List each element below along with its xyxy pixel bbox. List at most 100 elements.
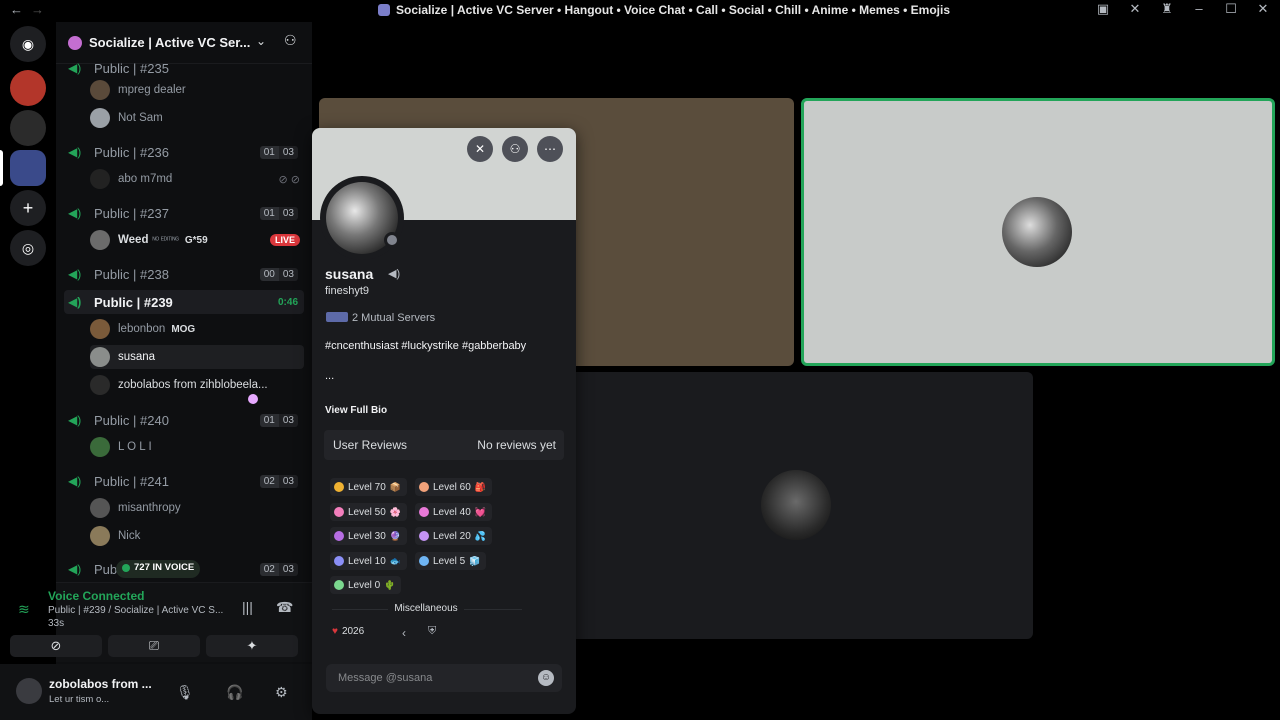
voice-user[interactable]: mpreg dealer: [90, 78, 304, 102]
voice-channel[interactable]: ◀) Public | #237 01 03: [64, 201, 304, 225]
user-reviews[interactable]: User Reviews No reviews yet: [324, 430, 564, 460]
bio-ellipsis: ...: [325, 370, 335, 382]
shield-icon[interactable]: ⛨: [428, 625, 436, 638]
tools-icon[interactable]: ✕: [1126, 1, 1144, 17]
level-badge[interactable]: Level 60 🎒: [415, 478, 493, 496]
avatar: [90, 375, 110, 395]
voice-user[interactable]: Weed ᴺᴼ ᴱᴰᴵᵀᴵᴺᴳ G*59 LIVE: [90, 228, 304, 252]
back-arrow-icon[interactable]: ←: [10, 2, 23, 17]
plugin-icon[interactable]: ♜: [1158, 1, 1176, 17]
server-badge-icon: [68, 35, 82, 50]
server-icon-socialize[interactable]: [10, 150, 46, 186]
disconnect-icon[interactable]: ☎: [276, 599, 293, 616]
voice-user[interactable]: abo m7md ⊘ ⊘: [90, 167, 304, 191]
user-name: zobolabos from zihblobeela...: [118, 379, 268, 391]
camera-off-button[interactable]: ⊘: [10, 635, 102, 657]
server-icon-red[interactable]: [10, 70, 46, 106]
level-badge[interactable]: Level 10 🐟: [330, 552, 408, 570]
in-voice-pill[interactable]: 727 IN VOICE: [116, 560, 201, 578]
voice-channel-path[interactable]: Public | #239 / Socialize | Active VC S.…: [48, 605, 228, 616]
level-badge[interactable]: Level 70 📦: [330, 478, 408, 496]
voice-channel[interactable]: ◀) Public | #236 01 03: [64, 140, 304, 164]
chevron-down-icon[interactable]: ⌄: [256, 34, 266, 48]
speaker-icon: ◀): [68, 413, 82, 427]
badge-dot-icon: [334, 507, 344, 517]
channel-name: Public | #235: [94, 60, 169, 76]
chevron-left-icon[interactable]: ‹: [402, 626, 406, 640]
voice-user[interactable]: lebonbon MOG: [90, 317, 304, 341]
noise-suppression-icon[interactable]: |||: [242, 599, 253, 615]
level-badge[interactable]: Level 40 💓: [415, 503, 493, 521]
forward-arrow-icon[interactable]: →: [31, 2, 44, 17]
badge-label: Level 40: [433, 506, 471, 518]
user-counter: 00 03: [259, 267, 298, 281]
year-badge: ♥ 2026: [332, 626, 365, 637]
voice-user[interactable]: L O L I: [90, 435, 304, 459]
add-server-icon[interactable]: +: [10, 190, 46, 226]
reviews-value: No reviews yet: [477, 438, 556, 452]
video-tile-speaking[interactable]: [801, 98, 1275, 366]
channel-name: Public | #239: [94, 294, 173, 310]
voice-channel-active[interactable]: ◀) Public | #239 0:46: [64, 290, 304, 314]
microphone-icon[interactable]: 🎙: [176, 684, 194, 701]
voice-user[interactable]: misanthropy: [90, 496, 304, 520]
badge-label: Level 70: [348, 481, 386, 493]
my-username[interactable]: zobolabos from ...: [49, 677, 152, 691]
profile-display-name: susana: [325, 266, 374, 282]
channel-name: Public | #241: [94, 473, 169, 489]
channel-timer: 0:46: [277, 296, 298, 308]
message-input[interactable]: [326, 664, 526, 692]
voice-channel[interactable]: ◀) Public | #235: [64, 56, 304, 80]
mutual-server-icons: [326, 312, 348, 322]
emoji-icon[interactable]: ☺: [538, 670, 554, 686]
sword-icon[interactable]: ✕: [467, 136, 493, 162]
close-icon[interactable]: ✕: [1254, 1, 1272, 17]
discord-home-icon[interactable]: ◉: [10, 26, 46, 62]
headphones-icon[interactable]: 🎧: [226, 684, 243, 701]
window-title-text: Socialize | Active VC Server • Hangout •…: [396, 3, 951, 17]
profile-avatar[interactable]: [320, 176, 404, 260]
voice-user[interactable]: Nick: [90, 524, 304, 548]
settings-gear-icon[interactable]: ⚙: [275, 684, 288, 701]
level-badge[interactable]: Level 50 🌸: [330, 503, 408, 521]
add-friend-icon[interactable]: ⚇: [502, 136, 528, 162]
voice-status: Voice Connected: [48, 589, 145, 603]
minimize-icon[interactable]: –: [1190, 1, 1208, 17]
activities-button[interactable]: ✦: [206, 635, 298, 657]
view-full-bio-link[interactable]: View Full Bio: [325, 405, 387, 416]
level-badge[interactable]: Level 20 💦: [415, 527, 493, 545]
avatar: [90, 347, 110, 367]
voice-channel[interactable]: ◀) Public | #241 02 03: [64, 469, 304, 493]
level-badge[interactable]: Level 5 🧊: [415, 552, 487, 570]
level-badge[interactable]: Level 0 🌵: [330, 576, 402, 594]
video-tile[interactable]: [555, 372, 1033, 639]
inbox-icon[interactable]: ▣: [1094, 1, 1112, 17]
voice-user[interactable]: zobolabos from zihblobeela...: [90, 373, 304, 397]
avatar: [90, 498, 110, 518]
voice-channel[interactable]: ◀) Public | #238 00 03: [64, 262, 304, 286]
title-bar: ← → Socialize | Active VC Server • Hangou…: [0, 0, 1280, 20]
user-subtag: ᴺᴼ ᴱᴰᴵᵀᴵᴺᴳ: [152, 236, 179, 244]
signal-icon[interactable]: ≋: [18, 601, 30, 618]
badge-label: Level 60: [433, 481, 471, 493]
share-screen-button[interactable]: ⎚: [108, 635, 200, 657]
voice-user[interactable]: Not Sam: [90, 106, 304, 130]
badge-dot-icon: [419, 531, 429, 541]
user-counter: 01 03: [259, 206, 298, 220]
user-counter: 01 03: [259, 145, 298, 159]
maximize-icon[interactable]: ☐: [1222, 1, 1240, 17]
voice-user-selected[interactable]: susana: [90, 345, 304, 369]
avatar: [90, 230, 110, 250]
mutual-servers[interactable]: 2 Mutual Servers: [326, 312, 435, 324]
more-options-icon[interactable]: ⋯: [537, 136, 563, 162]
avatar[interactable]: [16, 678, 42, 704]
window-controls: ▣ ✕ ♜ – ☐ ✕: [1094, 1, 1272, 17]
invite-people-icon[interactable]: ⚇: [284, 32, 297, 49]
discover-icon[interactable]: ◎: [10, 230, 46, 266]
speaker-icon: ◀): [68, 61, 82, 75]
server-icon-dark[interactable]: [10, 110, 46, 146]
level-badge[interactable]: Level 30 🔮: [330, 527, 408, 545]
voice-channel[interactable]: ◀) Public | #240 01 03: [64, 408, 304, 432]
selected-pill: [0, 150, 3, 186]
user-name: susana: [118, 351, 156, 363]
